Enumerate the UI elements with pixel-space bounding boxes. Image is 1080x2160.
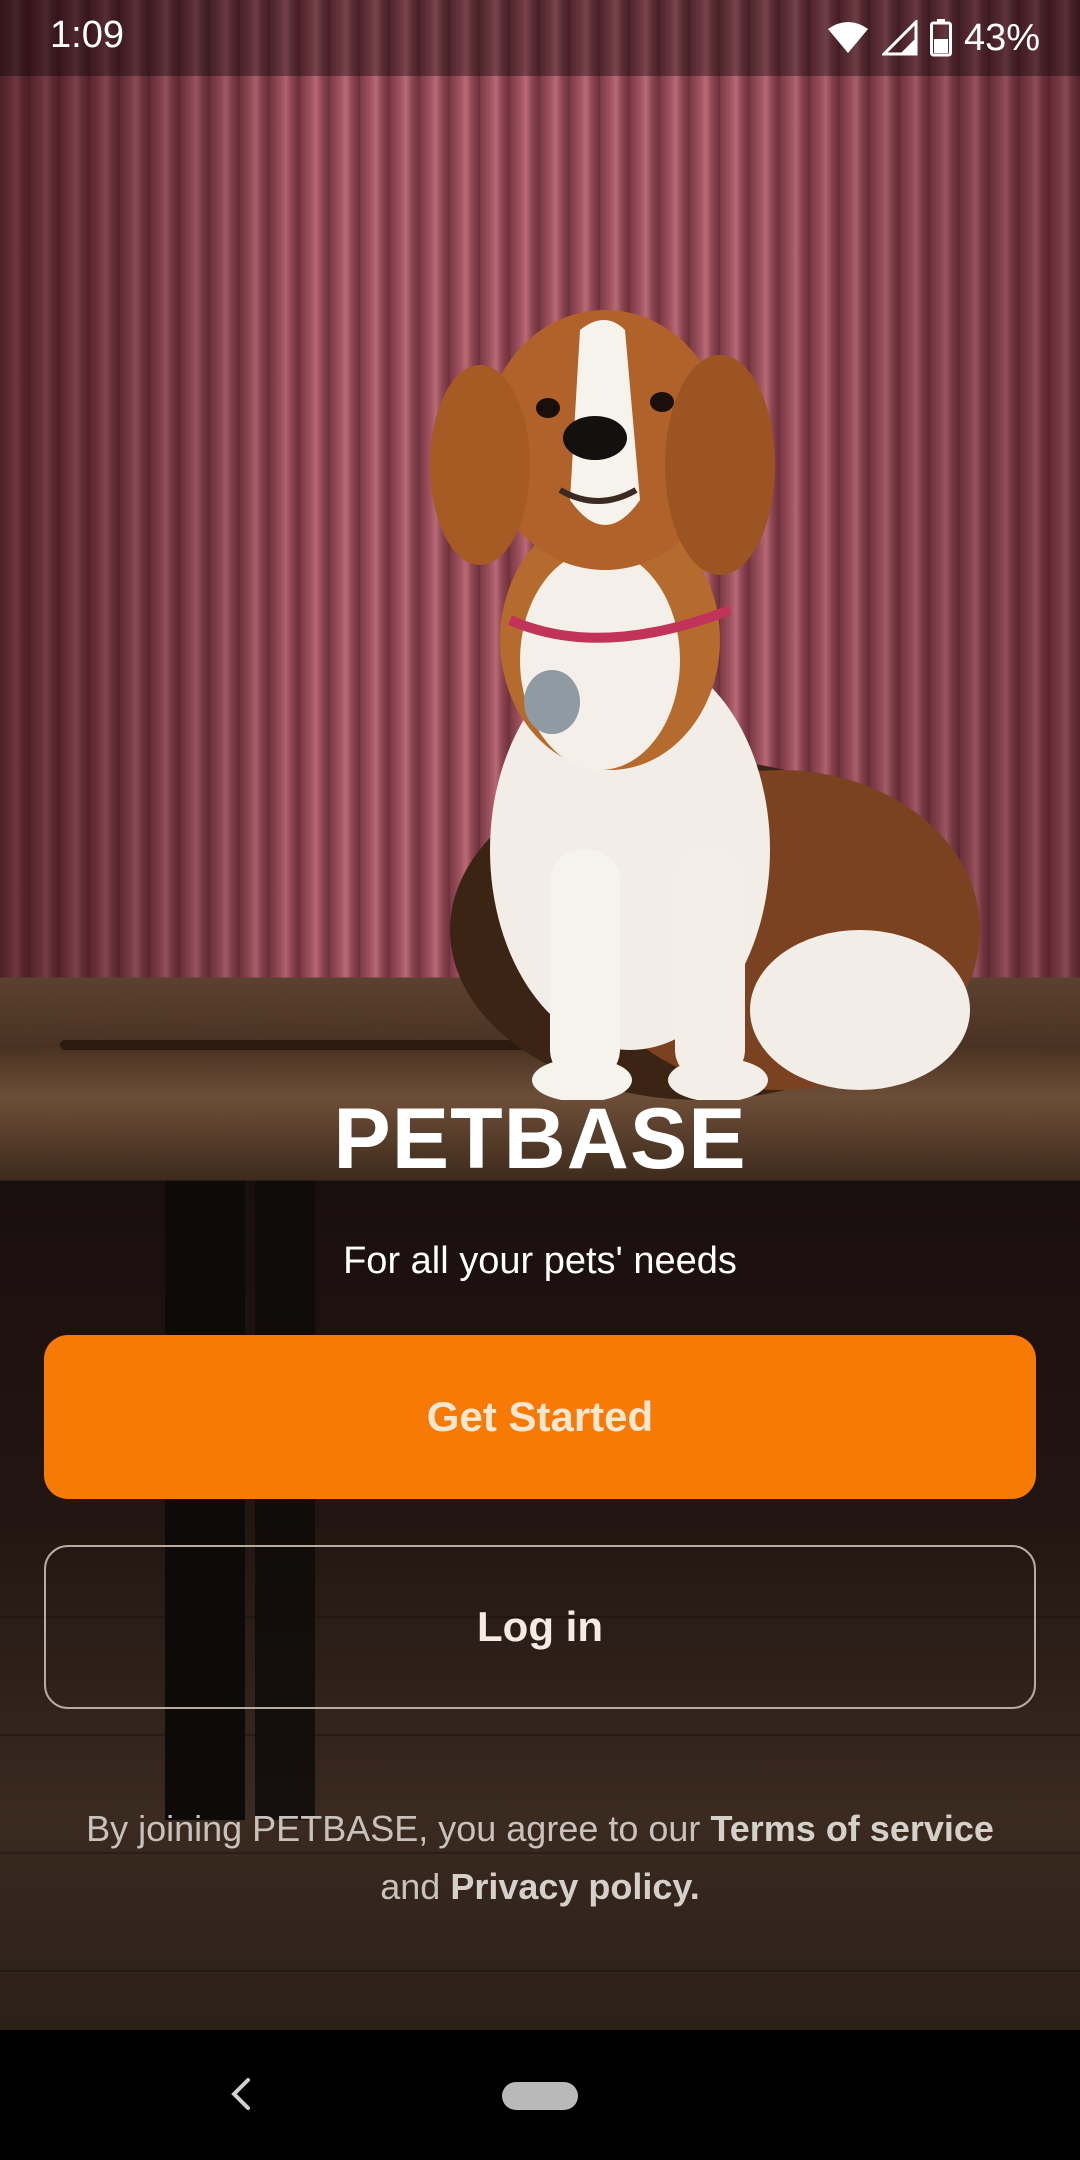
home-pill-icon[interactable] [502, 2082, 578, 2110]
wifi-icon [827, 22, 868, 53]
app-tagline: For all your pets' needs [343, 1240, 737, 1282]
terms-of-service-link[interactable]: Terms of service [710, 1808, 993, 1849]
system-nav-bar [0, 2030, 1080, 2160]
app-title: PETBASE [333, 1091, 747, 1187]
privacy-policy-link[interactable]: Privacy policy. [450, 1866, 699, 1907]
status-icons: 43% [826, 12, 1040, 64]
legal-prefix: By joining PETBASE, you agree to our [86, 1808, 701, 1849]
battery-percentage: 43% [963, 16, 1040, 59]
background-photo [0, 0, 1080, 2030]
back-icon[interactable] [222, 2074, 262, 2114]
get-started-button[interactable]: Get Started [44, 1335, 1036, 1499]
log-in-button[interactable]: Log in [44, 1545, 1036, 1709]
status-time: 1:09 [50, 14, 124, 56]
status-bar: 1:09 43% [0, 0, 1080, 76]
legal-notice: By joining PETBASE, you agree to our Ter… [60, 1800, 1020, 1916]
welcome-screen: 1:09 43% PETBASE For all your pets' need… [0, 0, 1080, 2160]
cell-signal-icon [881, 20, 918, 56]
beagle-dog-image [430, 310, 980, 1100]
legal-and: and [380, 1866, 441, 1907]
battery-icon [929, 19, 952, 57]
